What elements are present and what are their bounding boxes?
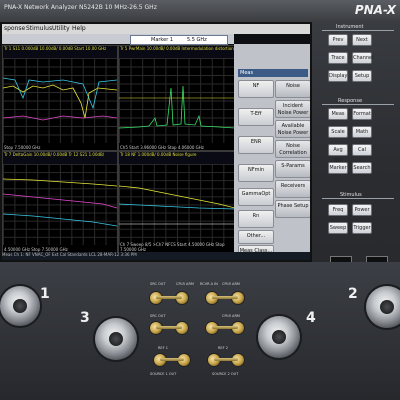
trace-window-1-plot	[3, 77, 117, 121]
next-key[interactable]: Next	[352, 34, 372, 46]
stimulus-group-line	[322, 198, 394, 199]
cal-key[interactable]: Cal	[352, 144, 372, 156]
ref-2-jumper	[214, 358, 238, 361]
trace-window-4-header: Tr 18 NF 1.000dB/ 0.00dB Noise figure	[119, 152, 235, 164]
trace-key[interactable]: Trace	[328, 52, 348, 64]
freq-key[interactable]: Freq	[328, 204, 348, 216]
menubar: sponse Stimulus Utility Help	[2, 24, 310, 34]
trace-window-4-footer: Ch 7 Sweep 8/5 >Ch7 NFCS Start 4.50000 G…	[120, 242, 225, 252]
trace-window-2-header: Tr 5 PwrMain 10.00dB/ 0.00dB Intermodula…	[119, 46, 235, 58]
jumper-cable-3	[156, 326, 182, 329]
jumper-label-8: REF 2	[218, 346, 228, 350]
jumper-label-3: RCVR A IN	[200, 282, 218, 286]
softkey-available-noise-power[interactable]: Available Noise Power	[275, 120, 310, 138]
marker-entry[interactable]: Marker 1 5.5 GHz	[130, 35, 228, 45]
trace-window-3[interactable]: Tr 7 DeltaGain 10.00dB/ 0.00dB Tr 12 S21…	[2, 151, 118, 253]
jumper-label-9: SOURCE 1 OUT	[150, 372, 177, 376]
port-1-connector[interactable]	[0, 286, 40, 326]
trace-window-1[interactable]: Tr 1 S11 0.000dB 10.00dB/ 0.00dB Start 1…	[2, 45, 118, 151]
format-key[interactable]: Format	[352, 108, 372, 120]
port-1-number: 1	[40, 286, 50, 302]
trace-window-2-plot	[119, 85, 235, 129]
power-key[interactable]: Power	[352, 204, 372, 216]
port-3-connector[interactable]	[95, 318, 137, 360]
port-2-number: 2	[348, 286, 358, 302]
jumper-label-4: CPLR ARM	[222, 282, 240, 286]
port-3-number: 3	[80, 310, 90, 326]
marker-value[interactable]: 5.5 GHz	[187, 37, 207, 43]
softkey-nfmin[interactable]: NFmin	[238, 164, 274, 182]
status-bar: Meas Ch 1: NF VNAC_OF Ext Cal Standards …	[2, 252, 310, 260]
jumper-cable-2	[212, 296, 238, 299]
softkey-title: Meas	[238, 69, 308, 77]
math-key[interactable]: Math	[352, 126, 372, 138]
port-2-core	[380, 300, 394, 314]
port-2-connector[interactable]	[366, 286, 400, 328]
meas-key[interactable]: Meas	[328, 108, 348, 120]
trace-window-3-header: Tr 7 DeltaGain 10.00dB/ 0.00dB Tr 12 S21…	[3, 152, 117, 164]
jumper-label-7: REF 1	[158, 346, 168, 350]
menu-utility[interactable]: Utility	[52, 25, 70, 32]
trace-window-2-footer: Ch5 Start 3.96000 GHz Stop 4.06000 GHz	[120, 145, 204, 150]
softkey-t-eff[interactable]: T-Eff	[238, 108, 274, 126]
model-label: PNA-X Network Analyzer N5242B 10 MHz-26.…	[4, 4, 157, 11]
jumper-cable-4	[212, 326, 238, 329]
softkey-s-params[interactable]: S-Params	[275, 160, 310, 178]
setup-key[interactable]: Setup	[352, 70, 372, 82]
trace-window-2[interactable]: Tr 5 PwrMain 10.00dB/ 0.00dB Intermodula…	[118, 45, 236, 151]
search-key[interactable]: Search	[352, 162, 372, 174]
softkey-other[interactable]: Other...	[238, 230, 274, 244]
ref-1-jumper	[160, 358, 184, 361]
menu-help[interactable]: Help	[72, 25, 86, 32]
softkey-noise-correlation[interactable]: Noise Correlation	[275, 140, 310, 158]
port-4-connector[interactable]	[258, 316, 300, 358]
jumper-label-1: SRC OUT	[150, 282, 166, 286]
sweep-key[interactable]: Sweep	[328, 222, 348, 234]
jumper-cable-1	[156, 296, 182, 299]
analyzer-screen: sponse Stimulus Utility Help Marker 1 5.…	[0, 22, 312, 262]
softkey-receivers[interactable]: Receivers	[275, 180, 310, 198]
trace-window-1-footer: Stop 7.50000 GHz	[4, 145, 41, 150]
port-4-core	[272, 330, 286, 344]
top-strip: PNA-X Network Analyzer N5242B 10 MHz-26.…	[0, 0, 400, 22]
response-group-line	[322, 104, 394, 105]
jumper-label-10: SOURCE 2 OUT	[212, 372, 239, 376]
trace-window-1-header: Tr 1 S11 0.000dB 10.00dB/ 0.00dB Start 1…	[3, 46, 117, 58]
trace-window-4[interactable]: Tr 18 NF 1.000dB/ 0.00dB Noise figure Ch…	[118, 151, 236, 253]
softkey-nf[interactable]: NF	[238, 80, 274, 98]
softkey-gammaopt[interactable]: GammaOpt	[238, 188, 274, 206]
trace-window-3-plot	[3, 178, 117, 227]
softkey-noise[interactable]: Noise	[275, 80, 310, 98]
scale-key[interactable]: Scale	[328, 126, 348, 138]
display-key[interactable]: Display	[328, 70, 348, 82]
port-4-number: 4	[306, 310, 316, 326]
softkey-phase-setup[interactable]: Phase Setup	[275, 200, 310, 218]
network-analyzer-device: PNA-X Network Analyzer N5242B 10 MHz-26.…	[0, 0, 400, 400]
jumper-label-6: CPLR ARM	[222, 314, 240, 318]
jumper-label-5: SRC OUT	[150, 314, 166, 318]
softkey-incident-noise-power[interactable]: Incident Noise Power	[275, 100, 310, 118]
brand-label: PNA-X	[354, 3, 396, 17]
instrument-group-line	[322, 30, 394, 31]
avg-bw-key[interactable]: Avg BW	[328, 144, 348, 164]
prev-key[interactable]: Prev	[328, 34, 348, 46]
marker-key[interactable]: Marker	[328, 162, 348, 174]
marker-label: Marker 1	[151, 37, 174, 43]
softkey-enr[interactable]: ENR	[238, 136, 274, 154]
port-3-core	[109, 332, 123, 346]
channel-key[interactable]: Channel	[352, 52, 374, 64]
softkey-rn[interactable]: Rn	[238, 210, 274, 228]
jumper-label-2: CPLR ARM	[176, 282, 194, 286]
port-1-core	[13, 299, 27, 313]
trigger-key[interactable]: Trigger	[352, 222, 372, 234]
menu-response[interactable]: sponse	[4, 25, 25, 32]
menu-stimulus[interactable]: Stimulus	[26, 25, 52, 32]
trace-window-4-plot	[119, 185, 235, 225]
